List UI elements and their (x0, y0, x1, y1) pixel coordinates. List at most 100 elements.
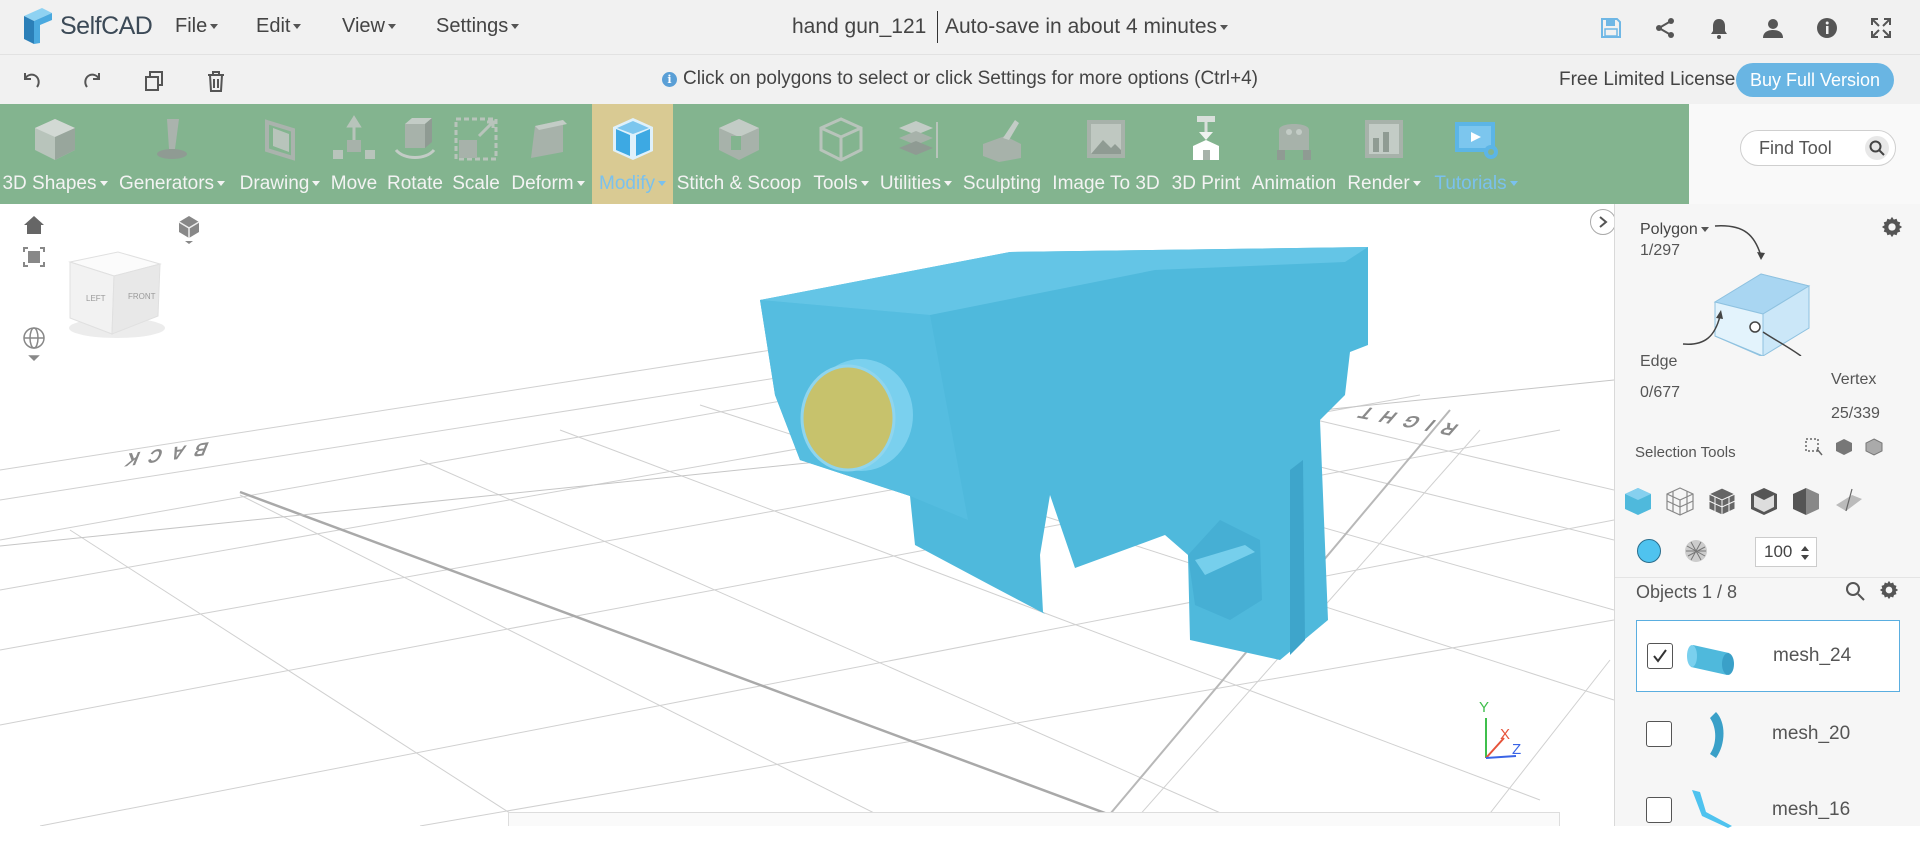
collapse-panel-button[interactable] (1590, 209, 1616, 235)
selection-panel: Polygon 1/297 Edge 0/677 Vertex 25/339 S… (1614, 204, 1920, 828)
object-name: mesh_20 (1772, 723, 1851, 744)
tool-label: Tutorials (1434, 173, 1507, 194)
object-row[interactable]: mesh_20 (1636, 698, 1900, 770)
texture-icon[interactable] (1683, 538, 1709, 564)
select-plane-icon[interactable] (1831, 484, 1865, 518)
fullscreen-icon[interactable] (1867, 14, 1895, 42)
share-icon[interactable] (1651, 14, 1679, 42)
tool-image-to-3d[interactable]: Image To 3D (1048, 104, 1164, 204)
3d-viewport[interactable]: BACK RIGHT Y X Z LEFT FRONT (0, 204, 1614, 826)
select-edge-cube-icon[interactable] (1747, 484, 1781, 518)
tool-tools[interactable]: Tools (806, 104, 876, 204)
bell-icon[interactable] (1705, 14, 1733, 42)
edge-count: 0/677 (1640, 384, 1681, 401)
menu-edit-label: Edit (256, 15, 291, 37)
object-checkbox[interactable] (1646, 721, 1672, 747)
object-checkbox[interactable] (1646, 797, 1672, 823)
rotate-icon (390, 104, 440, 174)
drawing-icon (255, 104, 305, 174)
app-logo[interactable]: SelfCAD (20, 6, 153, 46)
select-half-cube-icon[interactable] (1789, 484, 1823, 518)
tool-3d-shapes[interactable]: 3D Shapes (0, 104, 110, 204)
cube-icon (30, 104, 80, 174)
menu-file[interactable]: File (175, 15, 219, 38)
select-wire-cube-icon[interactable] (1663, 484, 1697, 518)
menu-view[interactable]: View (342, 15, 396, 38)
select-face-cube-icon[interactable] (1621, 484, 1655, 518)
project-title[interactable]: hand gun_121 (792, 15, 926, 39)
caret-down-icon (576, 181, 585, 187)
objects-settings-icon[interactable] (1879, 580, 1901, 602)
tool-sculpting[interactable]: Sculpting (958, 104, 1046, 204)
tool-label: Image To 3D (1052, 173, 1160, 194)
bottom-scroll-strip[interactable] (508, 812, 1560, 826)
save-icon[interactable] (1597, 14, 1625, 42)
view-cube[interactable]: LEFT FRONT (62, 244, 172, 344)
image-icon (1081, 104, 1131, 174)
tool-scale[interactable]: Scale (448, 104, 504, 204)
color-swatch[interactable] (1637, 539, 1661, 563)
floor-label-back: BACK (112, 437, 212, 472)
tool-label: 3D Print (1171, 173, 1241, 194)
selection-mode-diagram[interactable] (1675, 216, 1915, 357)
tool-label: 3D Shapes (2, 173, 97, 194)
tool-stitch-scoop[interactable]: Stitch & Scoop (674, 104, 804, 204)
tool-rotate[interactable]: Rotate (384, 104, 446, 204)
tool-utilities[interactable]: Utilities (876, 104, 956, 204)
menu-settings-label: Settings (436, 15, 509, 37)
license-label: Free Limited License (1559, 69, 1736, 90)
home-view-icon[interactable] (22, 214, 46, 236)
tool-move[interactable]: Move (326, 104, 382, 204)
object-row[interactable]: mesh_24 (1636, 620, 1900, 692)
select-all-icon[interactable] (1864, 437, 1884, 462)
tool-label: Rotate (387, 173, 443, 194)
user-icon[interactable] (1759, 14, 1787, 42)
tool-tutorials[interactable]: Tutorials (1426, 104, 1526, 204)
copy-icon[interactable] (140, 67, 168, 95)
caret-down-icon (293, 24, 302, 30)
tools-ribbon: 3D Shapes Generators Drawing Move Rotate… (0, 104, 1689, 204)
caret-down-icon (511, 24, 520, 30)
trash-icon[interactable] (202, 67, 230, 95)
tool-modify[interactable]: Modify (592, 104, 673, 204)
caret-down-icon (210, 24, 219, 30)
fit-view-icon[interactable] (22, 246, 46, 268)
tutorials-icon (1451, 104, 1501, 174)
buy-full-version-button[interactable]: Buy Full Version (1736, 63, 1894, 97)
undo-icon[interactable] (18, 67, 46, 95)
top-bar: SelfCAD File Edit View Settings hand gun… (0, 0, 1920, 54)
stepper-arrows-icon[interactable] (1800, 544, 1810, 567)
caret-down-icon (1509, 181, 1518, 187)
tool-deform[interactable]: Deform (506, 104, 590, 204)
orbit-icon[interactable] (22, 326, 46, 362)
tool-generators[interactable]: Generators (116, 104, 228, 204)
select-object-icon[interactable] (1834, 437, 1854, 462)
tool-label: Move (330, 173, 378, 194)
caret-down-icon (99, 181, 108, 187)
tool-render[interactable]: Render (1344, 104, 1424, 204)
opacity-stepper[interactable]: 100 (1755, 537, 1817, 567)
tool-animation[interactable]: Animation (1246, 104, 1342, 204)
menu-settings[interactable]: Settings (436, 15, 520, 38)
hand-gun-model[interactable] (760, 247, 1368, 660)
redo-icon[interactable] (78, 67, 106, 95)
objects-search-icon[interactable] (1845, 581, 1867, 603)
select-box-icon[interactable] (1804, 437, 1824, 462)
autosave-status[interactable]: Auto-save in about 4 minutes (945, 15, 1228, 39)
caret-down-icon (388, 24, 396, 30)
menu-file-label: File (175, 15, 208, 37)
tool-3d-print[interactable]: 3D Print (1166, 104, 1246, 204)
search-icon[interactable] (1865, 136, 1889, 160)
object-checkbox[interactable] (1647, 643, 1673, 669)
tool-drawing[interactable]: Drawing (234, 104, 326, 204)
info-icon[interactable] (1813, 14, 1841, 42)
find-tool-input[interactable]: Find Tool (1740, 130, 1896, 166)
view-cube-left: LEFT (86, 294, 106, 303)
select-grid-cube-icon[interactable] (1705, 484, 1739, 518)
menu-edit[interactable]: Edit (256, 15, 302, 38)
perspective-icon[interactable] (176, 214, 202, 244)
tool-label: Render (1347, 173, 1410, 194)
caret-down-icon (217, 181, 226, 187)
objects-title: Objects 1 / 8 (1636, 582, 1738, 602)
object-row[interactable]: mesh_16 (1636, 774, 1900, 846)
